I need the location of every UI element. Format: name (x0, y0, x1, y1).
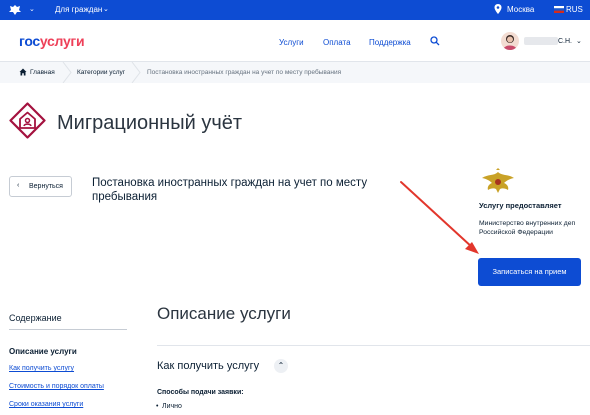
toc-item-description[interactable]: Описание услуги (9, 347, 77, 356)
back-arrow-icon: ‹ (17, 182, 20, 189)
nav-services[interactable]: Услуги (279, 38, 304, 47)
breadcrumb-separator (62, 62, 72, 83)
nav-payment[interactable]: Оплата (323, 38, 351, 47)
flag-icon (554, 6, 564, 13)
page-title: Миграционный учёт (57, 112, 243, 134)
breadcrumb-current: Постановка иностранных граждан на учет п… (147, 69, 342, 76)
service-house-icon (9, 102, 46, 139)
list-item: Лично (156, 403, 182, 410)
chevron-up-icon[interactable]: ⌃ (274, 359, 288, 373)
toc-link-cost[interactable]: Стоимость и порядок оплаты (9, 383, 104, 390)
search-icon[interactable] (430, 36, 440, 46)
back-button-label: Вернуться (29, 183, 63, 190)
description-divider (157, 345, 590, 346)
toc-link-how-to-get[interactable]: Как получить услугу (9, 365, 74, 372)
audience-selector[interactable]: Для граждан (55, 5, 102, 14)
service-name: Постановка иностранных граждан на учет п… (92, 177, 368, 203)
top-bar: ⌄ Для граждан ⌄ Москва RUS (0, 0, 590, 20)
toc-divider (9, 329, 127, 330)
home-icon[interactable] (19, 68, 27, 76)
back-button[interactable]: ‹ Вернуться (9, 176, 72, 197)
breadcrumb: Главная Категории услуг Постановка иност… (0, 62, 590, 83)
annotation-arrow-icon (400, 181, 479, 254)
toc-title: Содержание (9, 313, 62, 323)
username-redacted (524, 37, 558, 45)
book-appointment-button[interactable]: Записаться на прием (478, 258, 581, 286)
methods-label: Способы подачи заявки: (157, 389, 244, 396)
breadcrumb-separator (131, 62, 141, 83)
emblem-icon (9, 5, 21, 15)
breadcrumb-home[interactable]: Главная (30, 69, 55, 76)
how-to-get-title[interactable]: Как получить услугу (157, 360, 259, 372)
avatar[interactable] (501, 32, 519, 50)
breadcrumb-categories[interactable]: Категории услуг (77, 69, 125, 76)
city-selector[interactable]: Москва (507, 5, 534, 14)
chevron-down-icon[interactable]: ⌄ (576, 37, 582, 45)
location-pin-icon (494, 4, 502, 14)
provider-name: Министерство внутренних деп Российской Ф… (479, 220, 576, 236)
description-title: Описание услуги (157, 304, 291, 323)
user-initials[interactable]: С.Н. (558, 38, 572, 45)
chevron-down-icon[interactable]: ⌄ (29, 5, 35, 13)
mvd-emblem-icon (482, 168, 514, 193)
chevron-down-icon[interactable]: ⌄ (103, 5, 109, 13)
language-selector[interactable]: RUS (566, 5, 583, 14)
provider-label: Услугу предоставляет (479, 201, 562, 210)
header: госуслуги Услуги Оплата Поддержка С.Н. ⌄ (0, 20, 590, 62)
nav-support[interactable]: Поддержка (369, 38, 411, 47)
toc-link-terms[interactable]: Сроки оказания услуги (9, 401, 83, 408)
gosuslugi-logo[interactable]: госуслуги (19, 33, 85, 49)
